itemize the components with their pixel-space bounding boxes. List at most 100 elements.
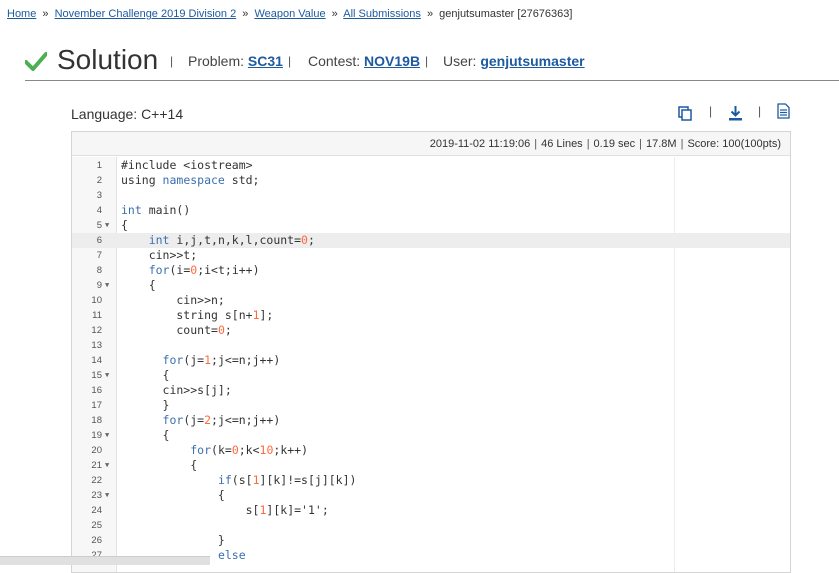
line-number: 16 (91, 385, 102, 396)
user-link[interactable]: genjutsumaster (480, 53, 584, 69)
breadcrumb-problem-link[interactable]: Weapon Value (254, 8, 325, 20)
code-line: 21 ▼ { (72, 458, 790, 473)
line-number: 21 (91, 460, 102, 471)
code-text: cin>>t; (121, 248, 198, 262)
line-number: 10 (91, 295, 102, 306)
check-icon (25, 52, 47, 71)
code-line: 2 using namespace std; (72, 173, 790, 188)
code-line: 26 } (72, 533, 790, 548)
line-number: 20 (91, 445, 102, 456)
line-number: 25 (91, 520, 102, 531)
code-text: { (121, 458, 198, 472)
code-line: 22 if(s[1][k]!=s[j][k]) (72, 473, 790, 488)
code-line: 10 cin>>n; (72, 293, 790, 308)
code-text: for(j=1;j<=n;j++) (162, 353, 281, 367)
header-separator: | (425, 54, 429, 68)
code-text: } (121, 398, 170, 412)
code-line: 15 ▼ { (72, 368, 790, 383)
code-line: 3 (72, 188, 790, 203)
line-number: 12 (91, 325, 102, 336)
line-number: 3 (96, 190, 102, 201)
code-line: 6 int i,j,t,n,k,l,count=0; (72, 233, 790, 248)
code-text: #include <iostream> (121, 158, 253, 172)
language-label: Language: C++14 (71, 106, 184, 122)
code-text: } (121, 533, 225, 547)
breadcrumb-separator: » (426, 8, 434, 20)
code-text: cin>>s[j]; (121, 383, 232, 397)
fold-toggle-icon[interactable]: ▼ (105, 488, 109, 503)
submission-date: 2019-11-02 11:19:06 (429, 138, 531, 150)
code-text: for(j=2;j<=n;j++) (162, 413, 281, 427)
submission-stats: 2019-11-02 11:19:06 | 46 Lines | 0.19 sec | 17… (72, 132, 790, 156)
code-line: 11 string s[n+1]; (72, 308, 790, 323)
code-text: { (121, 488, 225, 502)
breadcrumb-home-link[interactable]: Home (7, 8, 36, 20)
toolbar-separator: | (758, 104, 762, 118)
problem-label: Problem: (188, 53, 245, 69)
code-text: int i,j,t,n,k,l,count=0; (148, 233, 315, 247)
fold-toggle-icon[interactable]: ▼ (105, 368, 109, 383)
line-number: 7 (96, 250, 102, 261)
code-line: 1 #include <iostream> (72, 158, 790, 173)
line-number: 8 (96, 265, 102, 276)
code-line: 20 for(k=0;k<10;k++) (72, 443, 790, 458)
fold-toggle-icon[interactable]: ▼ (105, 428, 109, 443)
line-number: 23 (91, 490, 102, 501)
breadcrumb-separator: » (42, 8, 49, 20)
breadcrumb-contest-link[interactable]: November Challenge 2019 Division 2 (55, 8, 237, 20)
line-number: 5 (96, 220, 102, 231)
stats-separator: | (586, 138, 590, 150)
line-number: 1 (96, 160, 102, 171)
problem-link[interactable]: SC31 (248, 53, 283, 69)
contest-label: Contest: (308, 53, 361, 69)
line-number: 6 (96, 235, 102, 246)
submission-memory: 17.8M (646, 138, 677, 150)
code-text: s[1][k]='1'; (121, 503, 329, 517)
code-text: { (121, 218, 128, 232)
submission-time: 0.19 sec (593, 138, 636, 150)
code-line: 18 for(j=2;j<=n;j++) (72, 413, 790, 428)
code-line: 14 for(j=1;j<=n;j++) (72, 353, 790, 368)
line-number: 9 (96, 280, 102, 291)
line-number: 18 (91, 415, 102, 426)
code-editor[interactable]: 1 #include <iostream> 2 using namespace std… (72, 157, 790, 572)
problem-meta: Problem: SC31 (188, 53, 283, 69)
code-text: { (121, 278, 156, 292)
code-line: 9 ▼ { (72, 278, 790, 293)
line-number: 19 (91, 430, 102, 441)
fold-toggle-icon[interactable]: ▼ (105, 218, 109, 233)
code-line: 16 cin>>s[j]; (72, 383, 790, 398)
code-line: 17 } (72, 398, 790, 413)
line-number: 24 (91, 505, 102, 516)
breadcrumb-separator: » (331, 8, 338, 20)
code-panel: 2019-11-02 11:19:06 | 46 Lines | 0.19 sec | 17… (71, 131, 791, 573)
code-text: for(k=0;k<10;k++) (190, 443, 309, 457)
solution-header: Solution | Problem: SC31 | Contest: NOV1… (25, 44, 839, 81)
contest-meta: Contest: NOV19B (308, 53, 420, 69)
submission-lines: 46 Lines (541, 138, 583, 150)
line-number: 2 (96, 175, 102, 186)
line-number: 4 (96, 205, 102, 216)
code-text: for(i=0;i<t;i++) (148, 263, 260, 277)
code-line: 24 s[1][k]='1'; (72, 503, 790, 518)
code-line: 25 (72, 518, 790, 533)
copy-icon[interactable] (678, 106, 692, 121)
fold-toggle-icon[interactable]: ▼ (105, 278, 109, 293)
code-text: string s[n+1]; (121, 308, 274, 322)
breadcrumb-submissions-link[interactable]: All Submissions (343, 8, 421, 20)
toolbar-separator: | (709, 104, 713, 118)
line-number: 17 (91, 400, 102, 411)
breadcrumb: Home » November Challenge 2019 Division … (7, 8, 572, 20)
user-label: User: (443, 53, 477, 69)
code-text: { (121, 428, 170, 442)
download-icon[interactable] (728, 105, 743, 121)
code-text: int main() (121, 203, 191, 217)
document-icon[interactable] (777, 103, 790, 119)
fold-toggle-icon[interactable]: ▼ (105, 458, 109, 473)
code-line: 7 cin>>t; (72, 248, 790, 263)
line-number: 13 (91, 340, 102, 351)
code-line: 19 ▼ { (72, 428, 790, 443)
header-separator: | (288, 54, 292, 68)
contest-link[interactable]: NOV19B (364, 53, 420, 69)
page-title: Solution (57, 44, 159, 75)
